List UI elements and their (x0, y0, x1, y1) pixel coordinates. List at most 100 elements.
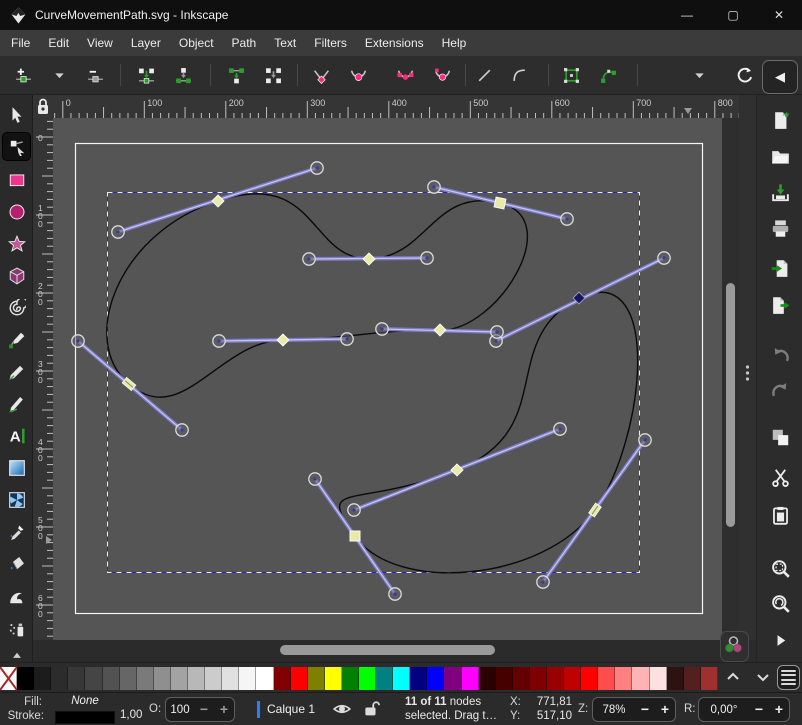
tool-gradient[interactable] (3, 454, 30, 481)
opacity-spinbox[interactable]: 100 − + (165, 697, 235, 722)
color-swatch[interactable] (291, 667, 308, 690)
color-swatch[interactable] (171, 667, 188, 690)
handle-end[interactable] (537, 576, 549, 588)
color-swatch[interactable] (615, 667, 632, 690)
color-managed-view-button[interactable] (720, 631, 749, 662)
tool-pen[interactable] (3, 326, 30, 353)
color-swatch[interactable] (376, 667, 393, 690)
snap-toolbar-handle-icon[interactable] (739, 95, 756, 640)
expand-button[interactable] (769, 629, 791, 651)
zoom-plus-button[interactable]: + (655, 698, 675, 721)
vertical-ruler[interactable]: 0100200300400500600 (33, 118, 53, 640)
color-swatch[interactable] (650, 667, 667, 690)
print-button[interactable] (769, 217, 791, 239)
undo-button[interactable] (769, 344, 791, 366)
menu-edit[interactable]: Edit (39, 30, 78, 56)
color-swatch[interactable] (51, 667, 68, 690)
color-swatch[interactable] (547, 667, 564, 690)
vertical-scrollbar[interactable] (722, 118, 739, 640)
palette-scroll-down-icon[interactable] (755, 669, 771, 685)
color-swatch[interactable] (359, 667, 376, 690)
nodes-join-button[interactable] (131, 60, 161, 90)
insert-dropdown-button[interactable] (44, 60, 74, 90)
handle-end[interactable] (72, 335, 84, 347)
minimize-button[interactable]: — (664, 0, 710, 30)
tool-pencil[interactable] (3, 358, 30, 385)
layer-lock-open-icon[interactable] (362, 699, 380, 717)
tool-spray[interactable] (3, 615, 30, 642)
color-swatch[interactable] (427, 667, 444, 690)
color-swatch[interactable] (85, 667, 102, 690)
handle-end[interactable] (309, 473, 321, 485)
handle-end[interactable] (658, 252, 670, 264)
tool-dropper[interactable] (3, 518, 30, 545)
handle-end[interactable] (112, 226, 124, 238)
handle-end[interactable] (428, 181, 440, 193)
segment-line-button[interactable] (469, 60, 499, 90)
menu-layer[interactable]: Layer (122, 30, 170, 56)
palette-menu-button[interactable] (777, 665, 800, 690)
handle-end[interactable] (311, 162, 323, 174)
color-swatch[interactable] (120, 667, 137, 690)
tool-rectangle[interactable] (3, 166, 30, 193)
color-swatch[interactable] (274, 667, 291, 690)
color-swatch[interactable] (632, 667, 649, 690)
color-swatch[interactable] (68, 667, 85, 690)
swatch-none[interactable] (0, 667, 17, 690)
zoom-minus-button[interactable]: − (635, 698, 655, 721)
close-button[interactable]: ✕ (756, 0, 802, 30)
tool-spiral[interactable] (3, 294, 30, 321)
folder-open-button[interactable] (769, 145, 791, 167)
tool-tweak[interactable] (3, 583, 30, 610)
menu-path[interactable]: Path (223, 30, 266, 56)
handle-end[interactable] (421, 252, 433, 264)
color-swatch[interactable] (410, 667, 427, 690)
maximize-button[interactable]: ▢ (710, 0, 756, 30)
horizontal-ruler[interactable]: 0100200300400500600700800 (53, 95, 745, 118)
color-swatch[interactable] (513, 667, 530, 690)
vertical-scrollbar-thumb[interactable] (726, 283, 735, 527)
node-insert-button[interactable] (8, 60, 38, 90)
color-swatch[interactable] (222, 667, 239, 690)
menu-help[interactable]: Help (433, 30, 476, 56)
layer-visibility-eye-icon[interactable] (333, 700, 351, 718)
segment-curve-button[interactable] (504, 60, 534, 90)
handle-end[interactable] (303, 253, 315, 265)
redo-button[interactable] (769, 379, 791, 401)
color-swatch[interactable] (479, 667, 496, 690)
color-swatch[interactable] (393, 667, 410, 690)
color-swatch[interactable] (205, 667, 222, 690)
zoom-selection-button[interactable] (769, 557, 791, 579)
color-swatch[interactable] (342, 667, 359, 690)
color-swatch[interactable] (564, 667, 581, 690)
color-swatch[interactable] (34, 667, 51, 690)
menu-view[interactable]: View (78, 30, 122, 56)
opacity-plus-button[interactable]: + (214, 698, 234, 721)
document-new-button[interactable] (769, 109, 791, 131)
menu-text[interactable]: Text (265, 30, 305, 56)
path-node[interactable] (350, 531, 360, 541)
color-swatch[interactable] (444, 667, 461, 690)
export-button[interactable] (769, 294, 791, 316)
layer-name[interactable]: Calque 1 (267, 702, 315, 716)
duplicate-button[interactable] (769, 426, 791, 448)
tool-text[interactable]: A (3, 422, 30, 449)
cut-button[interactable] (769, 466, 791, 488)
color-swatch[interactable] (496, 667, 513, 690)
color-swatch[interactable] (325, 667, 342, 690)
horizontal-scrollbar-thumb[interactable] (280, 645, 495, 655)
color-swatch[interactable] (684, 667, 701, 690)
handle-end[interactable] (561, 213, 573, 225)
handle-end[interactable] (554, 423, 566, 435)
zoom-drawing-button[interactable] (769, 592, 791, 614)
rotation-spinbox[interactable]: 0,00° − + (698, 697, 790, 722)
tool-ellipse[interactable] (3, 198, 30, 225)
nodes-break-button[interactable] (221, 60, 251, 90)
color-swatch[interactable] (598, 667, 615, 690)
color-swatch[interactable] (308, 667, 325, 690)
canvas[interactable] (53, 118, 722, 640)
opacity-minus-button[interactable]: − (194, 698, 214, 721)
tool-star[interactable] (3, 230, 30, 257)
handle-end[interactable] (389, 588, 401, 600)
color-swatch[interactable] (17, 667, 34, 690)
